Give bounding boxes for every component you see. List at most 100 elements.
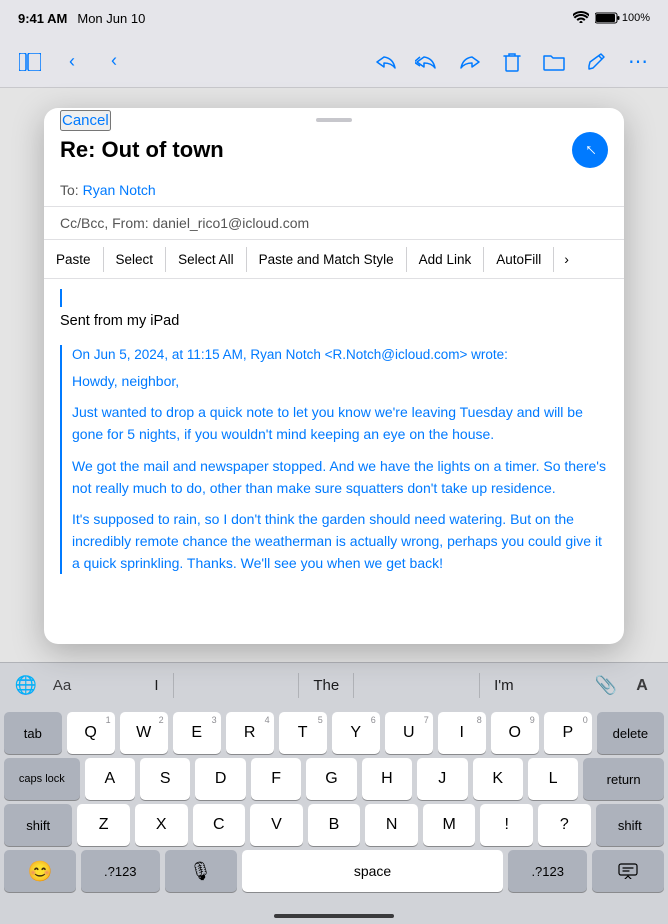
num1-key[interactable]: .?123 [81, 850, 160, 892]
quoted-block: On Jun 5, 2024, at 11:15 AM, Ryan Notch … [60, 345, 608, 575]
folder-icon[interactable] [538, 46, 570, 78]
key-U[interactable]: U7 [385, 712, 433, 754]
compose-icon[interactable] [580, 46, 612, 78]
key-R[interactable]: R4 [226, 712, 274, 754]
subject-row: Re: Out of town ↑ [44, 126, 624, 174]
keyboard: tab Q1 W2 E3 R4 T5 Y6 U7 I8 O9 P0 delete… [0, 708, 668, 924]
quoted-body: Howdy, neighbor, Just wanted to drop a q… [72, 371, 608, 575]
to-value: Ryan Notch [83, 182, 156, 198]
predictive-word-3[interactable]: I'm [479, 673, 528, 698]
battery-icon: 100% [595, 12, 650, 24]
sidebar-icon[interactable] [14, 46, 46, 78]
scribble-icon[interactable]: A [626, 670, 658, 702]
send-icon: ↑ [579, 138, 600, 159]
paste-match-style-button[interactable]: Paste and Match Style [247, 247, 407, 272]
caps-lock-key[interactable]: caps lock [4, 758, 80, 800]
key-H[interactable]: H [362, 758, 412, 800]
key-C[interactable]: C [193, 804, 246, 846]
key-N[interactable]: N [365, 804, 418, 846]
toolbar-right: ⋯ [370, 46, 654, 78]
space-key[interactable]: space [242, 850, 504, 892]
home-indicator [274, 914, 394, 918]
quoted-header: On Jun 5, 2024, at 11:15 AM, Ryan Notch … [72, 345, 608, 365]
key-L[interactable]: L [528, 758, 578, 800]
ccbcc-label: Cc/Bcc, From: [60, 215, 149, 231]
reply-all-icon[interactable] [412, 46, 444, 78]
quoted-paragraph-3: We got the mail and newspaper stopped. A… [72, 456, 608, 499]
forward-icon[interactable] [454, 46, 486, 78]
quoted-paragraph-1: Howdy, neighbor, [72, 371, 608, 393]
key-K[interactable]: K [473, 758, 523, 800]
key-P[interactable]: P0 [544, 712, 592, 754]
text-format-icon[interactable]: Aa [46, 670, 78, 702]
send-button[interactable]: ↑ [572, 132, 608, 168]
paste-button[interactable]: Paste [44, 247, 104, 272]
toolbar-left: ‹ ‹ [14, 46, 130, 78]
select-all-button[interactable]: Select All [166, 247, 247, 272]
wifi-icon [573, 11, 589, 26]
key-J[interactable]: J [417, 758, 467, 800]
emoji-key[interactable]: 😊 [4, 850, 76, 892]
to-label: To: [60, 182, 79, 198]
key-A[interactable]: A [85, 758, 135, 800]
compose-modal: Cancel Re: Out of town ↑ To: Ryan Notch … [44, 108, 624, 644]
num2-key[interactable]: .?123 [508, 850, 587, 892]
attachment-icon[interactable]: 📎 [590, 670, 622, 702]
keyboard-row-2: caps lock A S D F G H J K L return [0, 754, 668, 800]
pred-left: 🌐 Aa [10, 670, 78, 702]
pred-right: 📎 A [590, 670, 658, 702]
mic-key[interactable]: 🎙 [165, 850, 237, 892]
key-F[interactable]: F [251, 758, 301, 800]
left-shift-key[interactable]: shift [4, 804, 72, 846]
predictive-word-2[interactable]: The [298, 673, 354, 698]
status-date: Mon Jun 10 [77, 11, 145, 26]
context-chevron-icon[interactable]: › [554, 246, 579, 272]
modal-header: Cancel [44, 108, 624, 126]
battery-percent: 100% [622, 12, 650, 24]
return-key[interactable]: return [583, 758, 664, 800]
tab-key[interactable]: tab [4, 712, 62, 754]
quoted-paragraph-2: Just wanted to drop a quick note to let … [72, 402, 608, 445]
keyboard-dismiss-key[interactable] [592, 850, 664, 892]
reply-icon[interactable] [370, 46, 402, 78]
key-Q[interactable]: Q1 [67, 712, 115, 754]
quoted-paragraph-4: It's supposed to rain, so I don't think … [72, 509, 608, 574]
key-V[interactable]: V [250, 804, 303, 846]
key-Y[interactable]: Y6 [332, 712, 380, 754]
to-field[interactable]: To: Ryan Notch [44, 174, 624, 207]
chevron-down-icon[interactable]: ‹ [98, 46, 130, 78]
key-Z[interactable]: Z [77, 804, 130, 846]
more-icon[interactable]: ⋯ [622, 46, 654, 78]
key-M[interactable]: M [423, 804, 476, 846]
select-button[interactable]: Select [104, 247, 167, 272]
emoji-face-icon[interactable]: 🌐 [10, 670, 42, 702]
add-link-button[interactable]: Add Link [407, 247, 485, 272]
cancel-button[interactable]: Cancel [60, 110, 111, 131]
predictive-word-1[interactable]: I [140, 673, 173, 698]
text-cursor [60, 289, 62, 307]
key-B[interactable]: B [308, 804, 361, 846]
keyboard-row-4: 😊 .?123 🎙 space .?123 [0, 846, 668, 900]
autofill-button[interactable]: AutoFill [484, 247, 554, 272]
key-S[interactable]: S [140, 758, 190, 800]
key-W[interactable]: W2 [120, 712, 168, 754]
right-shift-key[interactable]: shift [596, 804, 664, 846]
ccbcc-field[interactable]: Cc/Bcc, From: daniel_rico1@icloud.com [44, 207, 624, 240]
predictive-words: I The I'm [78, 673, 590, 698]
key-O[interactable]: O9 [491, 712, 539, 754]
key-E[interactable]: E3 [173, 712, 221, 754]
key-T[interactable]: T5 [279, 712, 327, 754]
key-I[interactable]: I8 [438, 712, 486, 754]
key-X[interactable]: X [135, 804, 188, 846]
key-G[interactable]: G [306, 758, 356, 800]
key-D[interactable]: D [195, 758, 245, 800]
context-menu-bar: Paste Select Select All Paste and Match … [44, 240, 624, 279]
chevron-up-icon[interactable]: ‹ [56, 46, 88, 78]
key-question[interactable]: ? [538, 804, 591, 846]
trash-icon[interactable] [496, 46, 528, 78]
delete-key[interactable]: delete [597, 712, 664, 754]
email-body[interactable]: Sent from my iPad On Jun 5, 2024, at 11:… [44, 279, 624, 644]
mail-toolbar: ‹ ‹ ⋯ [0, 36, 668, 88]
key-exclaim[interactable]: ! [480, 804, 533, 846]
keyboard-row-1: tab Q1 W2 E3 R4 T5 Y6 U7 I8 O9 P0 delete [0, 708, 668, 754]
